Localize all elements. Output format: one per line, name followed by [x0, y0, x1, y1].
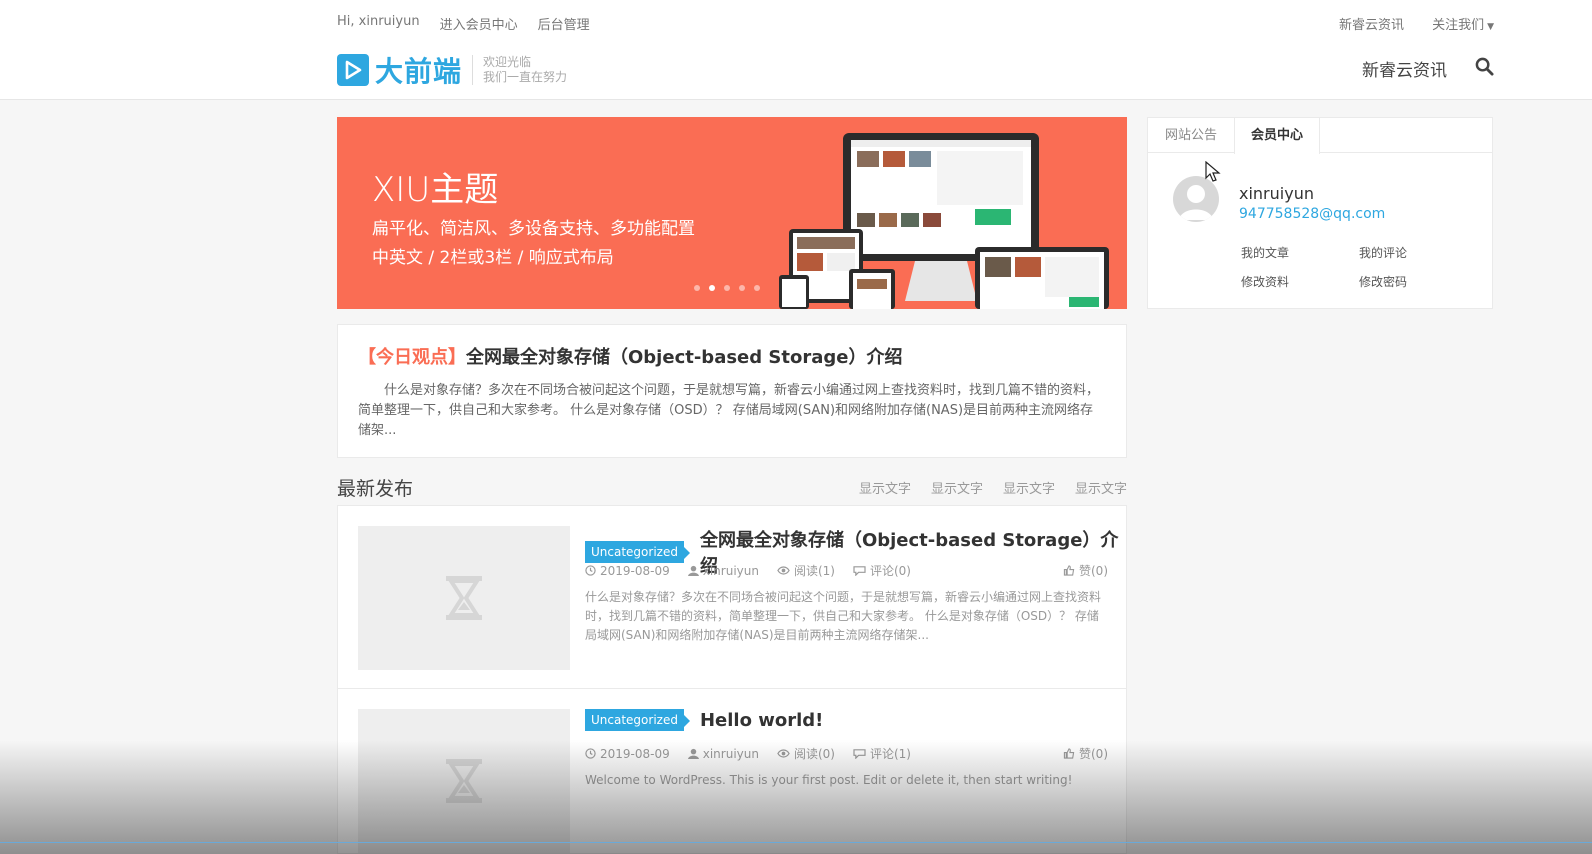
section-header: 最新发布 显示文字 显示文字 显示文字 显示文字 [337, 474, 1127, 501]
tab-member-center[interactable]: 会员中心 [1234, 118, 1320, 154]
category-badge[interactable]: Uncategorized [585, 709, 690, 731]
section-link[interactable]: 显示文字 [1075, 478, 1127, 497]
featured-title[interactable]: 【今日观点】全网最全对象存储（Object-based Storage）介绍 [358, 343, 1106, 369]
clock-icon [585, 565, 596, 576]
carousel-dots [694, 285, 760, 291]
topbar-left: Hi, xinruiyun 进入会员中心 后台管理 [337, 14, 590, 33]
user-icon [687, 748, 699, 759]
post-thumbnail[interactable] [358, 709, 570, 853]
section-link[interactable]: 显示文字 [1003, 478, 1055, 497]
my-posts-link[interactable]: 我的文章 [1241, 244, 1359, 261]
follow-label: 关注我们 [1432, 18, 1485, 33]
post-views-text: 阅读(0) [793, 747, 835, 761]
mouse-cursor-icon [1205, 161, 1221, 182]
user-links: 我的文章 我的评论 修改资料 修改密码 [1241, 244, 1477, 290]
section-link[interactable]: 显示文字 [859, 478, 911, 497]
hourglass-icon [446, 576, 482, 620]
devices-illustration [779, 133, 1109, 309]
post-views: 阅读(1) [777, 562, 835, 579]
post-date-text: 2019-08-09 [600, 563, 670, 578]
carousel-dot-active[interactable] [709, 285, 715, 291]
eye-icon [777, 566, 790, 575]
topbar-right: 新睿云资讯 关注我们 ▼ [1339, 14, 1494, 33]
post-views-text: 阅读(1) [793, 564, 835, 578]
post-likes-text: 赞(0) [1079, 564, 1108, 578]
search-icon[interactable] [1475, 57, 1494, 80]
thumbs-up-icon [1063, 748, 1075, 759]
post-comments-text: 评论(0) [869, 564, 911, 578]
eye-icon [777, 749, 790, 758]
featured-excerpt: 什么是对象存储？多次在不同场合被问起这个问题，于是就想写篇，新睿云小编通过网上查… [358, 383, 1100, 438]
news-link[interactable]: 新睿云资讯 [1339, 14, 1404, 33]
post-comments[interactable]: 评论(1) [853, 745, 911, 762]
category-badge[interactable]: Uncategorized [585, 541, 690, 563]
admin-link[interactable]: 后台管理 [538, 14, 590, 33]
featured-post[interactable]: 【今日观点】全网最全对象存储（Object-based Storage）介绍 什… [337, 324, 1127, 458]
user-email: 947758528@qq.com [1239, 206, 1386, 222]
section-title: 最新发布 [337, 478, 414, 500]
greeting-link[interactable]: Hi, xinruiyun [337, 14, 420, 33]
post-comments-text: 评论(1) [869, 747, 911, 761]
post-likes-text: 赞(0) [1079, 747, 1108, 761]
tab-notice[interactable]: 网站公告 [1148, 118, 1234, 152]
post-date: 2019-08-09 [585, 564, 670, 578]
edit-profile-link[interactable]: 修改资料 [1241, 273, 1359, 290]
clock-icon [585, 748, 596, 759]
post-author-text: xinruiyun [702, 746, 759, 761]
post-like-button[interactable]: 赞(0) [1063, 745, 1108, 762]
member-center-link[interactable]: 进入会员中心 [440, 14, 518, 33]
bottom-divider [0, 842, 1592, 843]
site-header: Hi, xinruiyun 进入会员中心 后台管理 新睿云资讯 关注我们 ▼ 大前… [0, 0, 1592, 100]
change-password-link[interactable]: 修改密码 [1359, 273, 1477, 290]
post-excerpt: Welcome to WordPress. This is your first… [585, 773, 1073, 787]
post-author[interactable]: xinruiyun [687, 563, 759, 578]
logo-slogan: 欢迎光临 我们一直在努力 [472, 55, 567, 85]
banner-subtitle-1: 扁平化、简洁风、多设备支持、多功能配置 [372, 219, 695, 239]
post-meta: 2019-08-09 xinruiyun 阅读(0) 评论(1) 赞(0) [585, 745, 1108, 762]
thumbs-up-icon [1063, 565, 1075, 576]
logo-text: 大前端 [375, 55, 463, 88]
follow-menu[interactable]: 关注我们 ▼ [1432, 14, 1494, 33]
post-comments[interactable]: 评论(0) [853, 562, 911, 579]
post-excerpt: 什么是对象存储？多次在不同场合被问起这个问题，于是就想写篇，新睿云小编通过网上查… [585, 590, 1102, 642]
featured-tag: 【今日观点】 [358, 347, 466, 368]
post-date: 2019-08-09 [585, 747, 670, 761]
banner-title: XIU主题 [372, 170, 499, 210]
comment-icon [853, 749, 866, 759]
post-item: Uncategorized Hello world! 2019-08-09 xi… [337, 689, 1127, 854]
section-link[interactable]: 显示文字 [931, 478, 983, 497]
post-head: Uncategorized Hello world! [585, 709, 823, 731]
post-thumbnail[interactable] [358, 526, 570, 670]
carousel-dot[interactable] [694, 285, 700, 291]
play-logo-icon [337, 54, 369, 86]
sidebar-widget: 网站公告 会员中心 xinruiyun 947758528@qq.com 我的文… [1147, 117, 1493, 309]
user-icon [687, 565, 699, 576]
post-meta: 2019-08-09 xinruiyun 阅读(1) 评论(0) 赞(0) [585, 562, 1108, 579]
carousel-dot[interactable] [739, 285, 745, 291]
post-author[interactable]: xinruiyun [687, 746, 759, 761]
post-title[interactable]: Hello world! [700, 710, 823, 731]
featured-title-text: 全网最全对象存储（Object-based Storage）介绍 [466, 347, 903, 368]
username: xinruiyun [1239, 184, 1314, 203]
post-author-text: xinruiyun [702, 563, 759, 578]
site-logo[interactable]: 大前端 欢迎光临 我们一直在努力 [337, 50, 567, 90]
post-date-text: 2019-08-09 [600, 746, 670, 761]
carousel-dot[interactable] [724, 285, 730, 291]
post-views: 阅读(0) [777, 745, 835, 762]
slogan-line-2: 我们一直在努力 [483, 70, 568, 84]
nav-news-link[interactable]: 新睿云资讯 [1362, 56, 1447, 81]
sidebar-tabs: 网站公告 会员中心 [1148, 118, 1492, 154]
chevron-down-icon: ▼ [1487, 22, 1494, 32]
main-nav: 新睿云资讯 [1362, 56, 1494, 81]
my-comments-link[interactable]: 我的评论 [1359, 244, 1477, 261]
hero-banner[interactable]: XIU主题 扁平化、简洁风、多设备支持、多功能配置 中英文 / 2栏或3栏 / … [337, 117, 1127, 309]
post-like-button[interactable]: 赞(0) [1063, 562, 1108, 579]
carousel-dot[interactable] [754, 285, 760, 291]
hourglass-icon [446, 759, 482, 803]
comment-icon [853, 566, 866, 576]
post-item: Uncategorized 全网最全对象存储（Object-based Stor… [337, 505, 1127, 689]
banner-subtitle-2: 中英文 / 2栏或3栏 / 响应式布局 [372, 248, 614, 268]
section-links: 显示文字 显示文字 显示文字 显示文字 [859, 478, 1127, 497]
slogan-line-1: 欢迎光临 [483, 55, 532, 69]
